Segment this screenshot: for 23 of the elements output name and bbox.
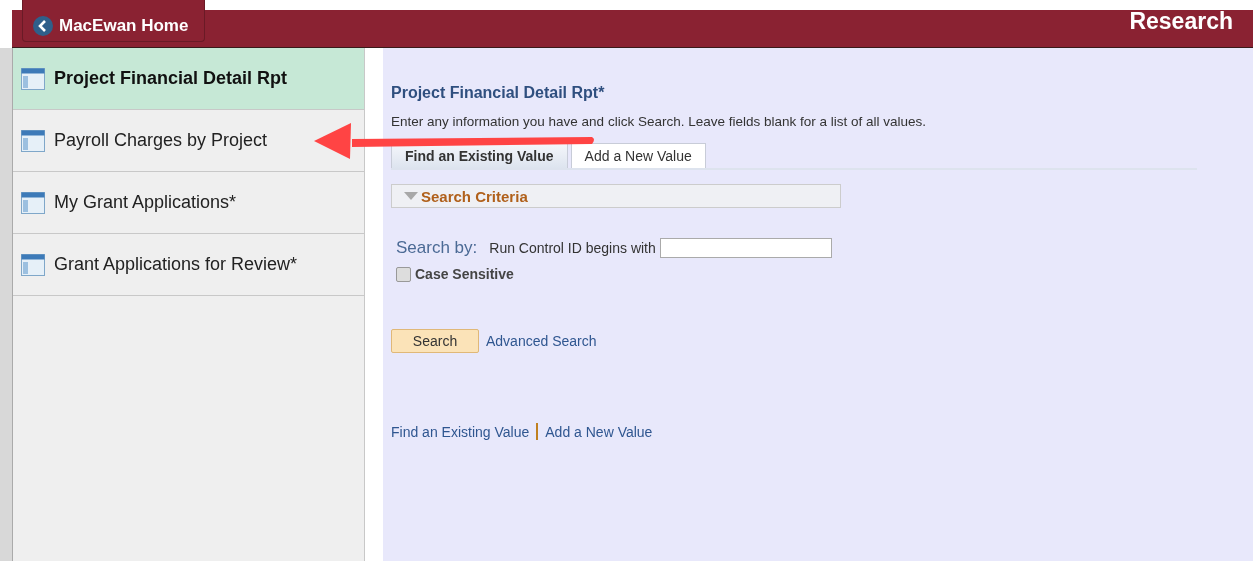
- footer-link[interactable]: Find an Existing Value: [391, 423, 530, 440]
- page-icon: [21, 67, 45, 90]
- run-control-id-field[interactable]: [659, 238, 832, 258]
- page-icon: [21, 129, 45, 152]
- sidebar-item[interactable]: Project Financial Detail Rpt: [13, 48, 364, 110]
- search-by-label: Search by:: [396, 238, 478, 258]
- back-button[interactable]: MacEwan Home: [22, 0, 206, 42]
- sidebar-item[interactable]: My Grant Applications*: [13, 172, 364, 234]
- checkbox[interactable]: [396, 266, 411, 282]
- header-title: Research: [1129, 8, 1233, 35]
- field-label: Run Control ID begins with: [489, 240, 656, 256]
- section-header[interactable]: Search Criteria: [391, 184, 841, 208]
- caret-down-icon: [404, 192, 418, 200]
- footer-link[interactable]: Add a New Value: [545, 423, 653, 440]
- search-button[interactable]: Search: [391, 329, 479, 353]
- advanced-search-link[interactable]: Advanced Search: [486, 333, 597, 349]
- instructions-text: Enter any information you have and click Search. Leave fields blank for a list of all values.: [391, 114, 928, 129]
- page-icon: [21, 191, 45, 214]
- checkbox-label: Case Sensitive: [415, 266, 514, 282]
- page-icon: [21, 253, 45, 276]
- tab[interactable]: Add a New Value: [570, 143, 706, 168]
- sidebar-item[interactable]: Grant Applications for Review*: [13, 234, 364, 296]
- page-title: Project Financial Detail Rpt*: [391, 84, 606, 102]
